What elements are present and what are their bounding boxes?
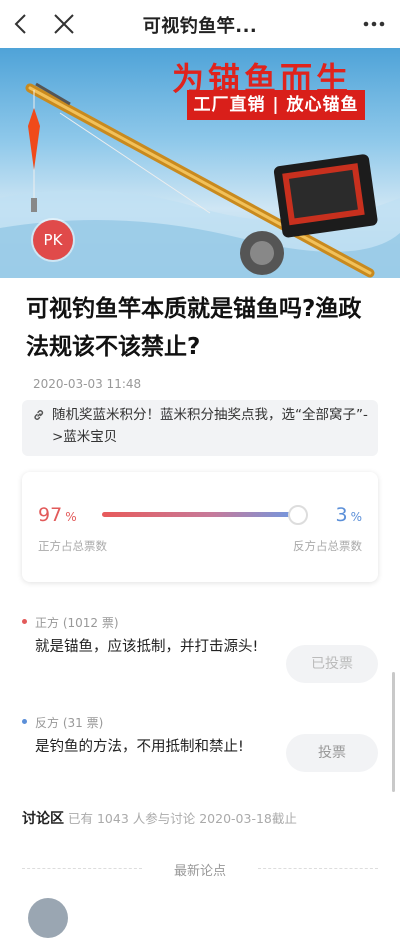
scrollbar[interactable] (392, 672, 395, 792)
publish-date: 2020-03-03 11:48 (33, 377, 142, 391)
con-vote-button[interactable]: 投票 (286, 734, 378, 772)
article-banner-image: 为锚鱼而生 工厂直销 | 放心锚鱼 PK (0, 48, 400, 278)
latest-arguments-divider: 最新论点 (22, 858, 378, 879)
con-dot-icon (22, 719, 27, 724)
con-vote-count: 反方 (31 票) (35, 716, 104, 730)
vote-ratio-bar (102, 512, 302, 517)
banner-slogan-tag: 工厂直销 | 放心锚鱼 (187, 90, 365, 120)
link-icon (34, 410, 44, 420)
promo-notice-link[interactable]: 随机奖蓝米积分！蓝米积分抽奖点我，选“全部窝子”->蓝米宝贝 (22, 400, 378, 456)
con-caption: 反方占总票数 (293, 539, 362, 553)
promo-notice-text: 随机奖蓝米积分！蓝米积分抽奖点我，选“全部窝子”->蓝米宝贝 (52, 407, 368, 445)
page-title: 可视钓鱼竿... (142, 16, 258, 37)
con-side-option: 反方 (31 票) 是钓鱼的方法，不用抵制和禁止! 投票 (22, 714, 378, 774)
pro-vote-count: 正方 (1012 票) (35, 616, 119, 630)
pro-voted-button[interactable]: 已投票 (286, 645, 378, 683)
pro-dot-icon (22, 619, 27, 624)
vote-ratio-knob (288, 505, 308, 525)
pro-side-option: 正方 (1012 票) 就是锚鱼，应该抵制，并打击源头! 已投票 (22, 614, 378, 684)
more-options-icon[interactable] (360, 10, 388, 38)
con-argument: 是钓鱼的方法，不用抵制和禁止! (35, 739, 244, 755)
discussion-header: 讨论区 已有 1043 人参与讨论 2020-03-18截止 (22, 808, 297, 828)
top-nav-bar: 可视钓鱼竿... (0, 0, 400, 48)
con-percentage: 3% (335, 504, 363, 526)
vote-summary-card: 97% 3% 正方占总票数 反方占总票数 (22, 472, 378, 582)
pk-badge: PK (33, 220, 73, 260)
pro-percentage: 97% (38, 504, 77, 526)
discussion-title: 讨论区 (22, 811, 64, 827)
discussion-meta: 已有 1043 人参与讨论 2020-03-18截止 (68, 811, 297, 826)
pro-caption: 正方占总票数 (38, 539, 107, 553)
pro-argument: 就是锚鱼，应该抵制，并打击源头! (35, 639, 259, 655)
latest-arguments-label: 最新论点 (173, 864, 226, 879)
article-headline: 可视钓鱼竿本质就是锚鱼吗?渔政法规该不该禁止? (26, 296, 362, 360)
avatar[interactable] (28, 898, 68, 938)
